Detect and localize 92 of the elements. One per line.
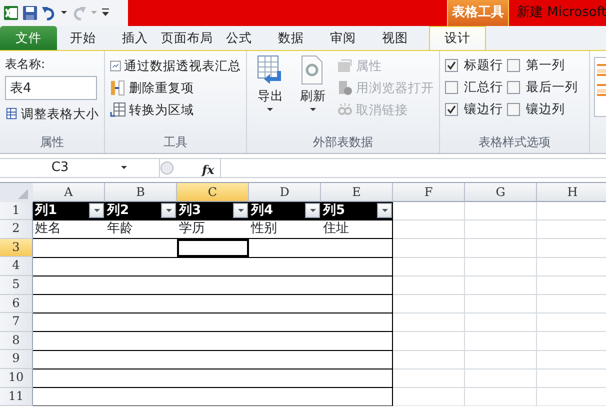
caret-icon <box>236 206 244 215</box>
checkbox-label: 镶边列 <box>526 100 565 118</box>
checkbox-label: 标题行 <box>464 56 503 74</box>
row-header[interactable]: 5 <box>0 276 33 295</box>
checkbox[interactable] <box>445 58 458 72</box>
table-cell-text: 住址 <box>322 220 350 238</box>
ribbon-tab[interactable]: 设计 <box>429 26 486 50</box>
caret-icon <box>308 206 316 215</box>
row-header[interactable]: 4 <box>0 257 33 276</box>
checkbox[interactable] <box>445 102 458 116</box>
excel-logo-icon[interactable] <box>3 5 19 21</box>
column-header[interactable]: E <box>321 183 393 202</box>
caret-icon <box>266 106 274 114</box>
group-label: 表格样式选项 <box>478 134 552 151</box>
table-name-field[interactable]: 表4 <box>5 76 97 100</box>
resize-table-button[interactable]: 调整表格大小 <box>5 103 99 125</box>
pivot-table-icon <box>110 58 121 74</box>
filter-dropdown-button[interactable] <box>89 203 104 218</box>
column-name: 列3 <box>179 202 202 220</box>
row-header[interactable]: 7 <box>0 313 33 332</box>
column-header[interactable]: A <box>33 183 105 202</box>
divider-handle-icon <box>160 159 174 177</box>
ribbon-tab[interactable]: 视图 <box>369 26 421 50</box>
broken-link-icon <box>337 102 353 118</box>
ribbon-tab[interactable]: 插入 <box>109 26 161 50</box>
convert-range-icon <box>110 102 126 118</box>
filter-dropdown-button[interactable] <box>305 203 320 218</box>
ribbon-tab[interactable]: 数据 <box>265 26 317 50</box>
row-header[interactable]: 9 <box>0 350 33 369</box>
ribbon-large-button[interactable]: 导出 <box>252 55 288 133</box>
group-label: 外部表数据 <box>312 134 374 151</box>
ribbon-button[interactable]: 删除重复项 <box>110 77 241 99</box>
ribbon-tab[interactable]: 审阅 <box>317 26 369 50</box>
row-header[interactable]: 1 <box>0 202 33 220</box>
checkbox[interactable] <box>445 80 458 94</box>
row-header[interactable]: 6 <box>0 294 33 314</box>
column-header[interactable]: F <box>393 183 465 202</box>
group-label: 工具 <box>162 134 188 151</box>
checkbox[interactable] <box>507 58 520 72</box>
checkbox-label: 最后一列 <box>526 78 578 96</box>
ribbon-tab[interactable]: 开始 <box>57 26 109 50</box>
checkbox[interactable] <box>507 102 520 116</box>
column-header[interactable]: C <box>177 183 249 202</box>
caret-icon <box>380 206 388 215</box>
filter-dropdown-button[interactable] <box>161 203 176 218</box>
caret-icon <box>164 206 172 215</box>
row-header[interactable]: 10 <box>0 368 33 388</box>
column-name: 列4 <box>251 202 274 220</box>
table-name-label: 表名称: <box>5 56 46 73</box>
column-header[interactable]: D <box>249 183 321 202</box>
name-box[interactable]: C3 <box>0 158 120 178</box>
row-header[interactable]: 11 <box>0 388 33 406</box>
window-title: 新建 Microsoft <box>509 0 606 26</box>
table-cell-text: 学历 <box>178 220 206 238</box>
table-cell-text: 性别 <box>250 220 278 238</box>
caret-icon[interactable] <box>60 9 68 17</box>
column-header[interactable]: H <box>537 183 606 202</box>
column-name: 列1 <box>35 202 58 220</box>
save-icon[interactable] <box>22 5 38 21</box>
remove-duplicates-icon <box>110 80 126 96</box>
browser-icon <box>337 80 353 96</box>
ribbon-button[interactable]: 通过数据透视表汇总 <box>110 55 241 77</box>
contextual-tab-label: 表格工具 <box>447 0 509 26</box>
ribbon-tab[interactable]: 公式 <box>213 26 265 50</box>
row-header[interactable]: 8 <box>0 332 33 350</box>
properties-icon <box>337 58 353 74</box>
row-header[interactable]: 2 <box>0 220 33 239</box>
group-label: 属性 <box>39 134 65 151</box>
caret-icon <box>92 206 100 215</box>
dropdown-caret-icon[interactable] <box>120 164 128 172</box>
insert-function-button[interactable]: fx <box>202 161 214 177</box>
active-cell[interactable] <box>177 238 249 258</box>
column-header[interactable]: B <box>105 183 177 202</box>
column-header[interactable]: G <box>465 183 537 202</box>
ribbon-tab[interactable]: 页面布局 <box>161 26 213 50</box>
undo-icon[interactable] <box>41 5 57 21</box>
table-icon <box>5 107 18 121</box>
row-header[interactable]: 3 <box>0 238 33 258</box>
checkbox-label: 第一列 <box>526 56 565 74</box>
filter-dropdown-button[interactable] <box>377 203 392 218</box>
file-tab[interactable]: 文件 <box>0 26 57 50</box>
caret-icon <box>308 106 317 114</box>
filter-dropdown-button[interactable] <box>233 203 248 218</box>
table-cell-text: 年龄 <box>106 220 134 238</box>
table-cell-text: 姓名 <box>34 220 62 238</box>
ribbon-large-button[interactable]: 刷新 <box>294 55 331 133</box>
checkbox-label: 汇总行 <box>464 78 503 96</box>
checkbox[interactable] <box>507 80 520 94</box>
checkbox-label: 镶边行 <box>464 100 503 118</box>
column-name: 列2 <box>107 202 130 220</box>
ribbon-button[interactable]: 转换为区域 <box>110 99 241 121</box>
column-name: 列5 <box>323 202 346 220</box>
